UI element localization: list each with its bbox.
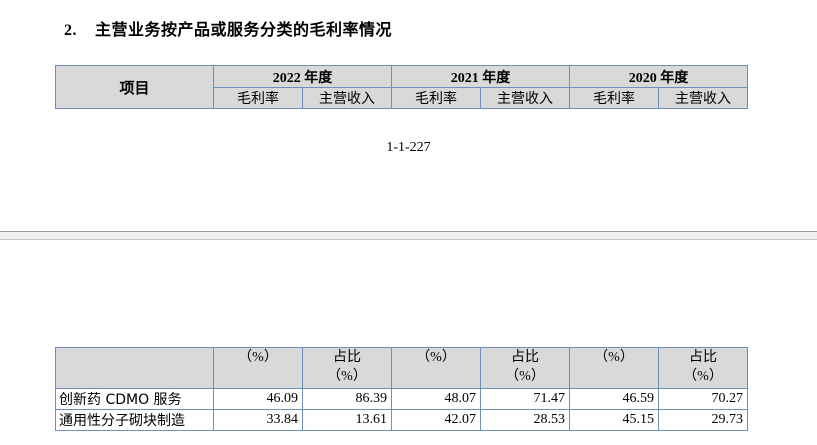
header-gross-pct-2022: （%） bbox=[213, 347, 303, 389]
gross-margin-table-continued: （%） 占比 （%） （%） 占比 （%） （%） 占比 （%） 创新药 CDM… bbox=[55, 347, 748, 431]
header-share-2020: 占比 （%） bbox=[658, 347, 748, 389]
cell-value: 45.15 bbox=[569, 409, 659, 431]
row-label: 创新药 CDMO 服务 bbox=[55, 388, 214, 410]
page-top: 2. 主营业务按产品或服务分类的毛利率情况 项目 2022 年度 2021 年度 … bbox=[0, 0, 817, 232]
cell-value: 28.53 bbox=[480, 409, 570, 431]
cell-value: 29.73 bbox=[658, 409, 748, 431]
share-label: 占比 bbox=[689, 350, 717, 365]
sub-header-gross-margin: 毛利率 bbox=[569, 87, 659, 109]
item-header: 项目 bbox=[55, 65, 214, 109]
header-gross-pct-2021: （%） bbox=[391, 347, 481, 389]
section-title: 主营业务按产品或服务分类的毛利率情况 bbox=[95, 20, 393, 39]
sub-header-main-revenue: 主营收入 bbox=[480, 87, 570, 109]
section-number: 2. bbox=[64, 22, 77, 39]
header-share-2022: 占比 （%） bbox=[302, 347, 392, 389]
sub-header-gross-margin: 毛利率 bbox=[391, 87, 481, 109]
header-share-2021: 占比 （%） bbox=[480, 347, 570, 389]
cell-value: 42.07 bbox=[391, 409, 481, 431]
header-blank-cell bbox=[55, 347, 214, 389]
header-gross-pct-2020: （%） bbox=[569, 347, 659, 389]
year-header-2022: 2022 年度 bbox=[213, 65, 392, 88]
cell-value: 33.84 bbox=[213, 409, 303, 431]
sub-header-main-revenue: 主营收入 bbox=[658, 87, 748, 109]
year-header-2021: 2021 年度 bbox=[391, 65, 570, 88]
sub-header-gross-margin: 毛利率 bbox=[213, 87, 303, 109]
share-unit: （%） bbox=[505, 369, 545, 384]
table-row: 创新药 CDMO 服务 46.09 86.39 48.07 71.47 46.5… bbox=[55, 388, 748, 410]
share-label: 占比 bbox=[333, 350, 361, 365]
share-label: 占比 bbox=[511, 350, 539, 365]
share-unit: （%） bbox=[683, 369, 723, 384]
section-heading: 2. 主营业务按产品或服务分类的毛利率情况 bbox=[64, 16, 392, 40]
page-number: 1-1-227 bbox=[386, 140, 431, 155]
cell-value: 86.39 bbox=[302, 388, 392, 410]
cell-value: 70.27 bbox=[658, 388, 748, 410]
row-label: 通用性分子砌块制造 bbox=[55, 409, 214, 431]
cell-value: 48.07 bbox=[391, 388, 481, 410]
cell-value: 71.47 bbox=[480, 388, 570, 410]
cell-value: 13.61 bbox=[302, 409, 392, 431]
cell-value: 46.59 bbox=[569, 388, 659, 410]
cell-value: 46.09 bbox=[213, 388, 303, 410]
share-unit: （%） bbox=[327, 369, 367, 384]
table-row: 通用性分子砌块制造 33.84 13.61 42.07 28.53 45.15 … bbox=[55, 409, 748, 431]
sub-header-main-revenue: 主营收入 bbox=[302, 87, 392, 109]
gross-margin-table-header: 项目 2022 年度 2021 年度 2020 年度 毛利率 主营收入 毛利率 … bbox=[55, 65, 748, 109]
year-header-2020: 2020 年度 bbox=[569, 65, 748, 88]
page-separator bbox=[0, 231, 817, 240]
